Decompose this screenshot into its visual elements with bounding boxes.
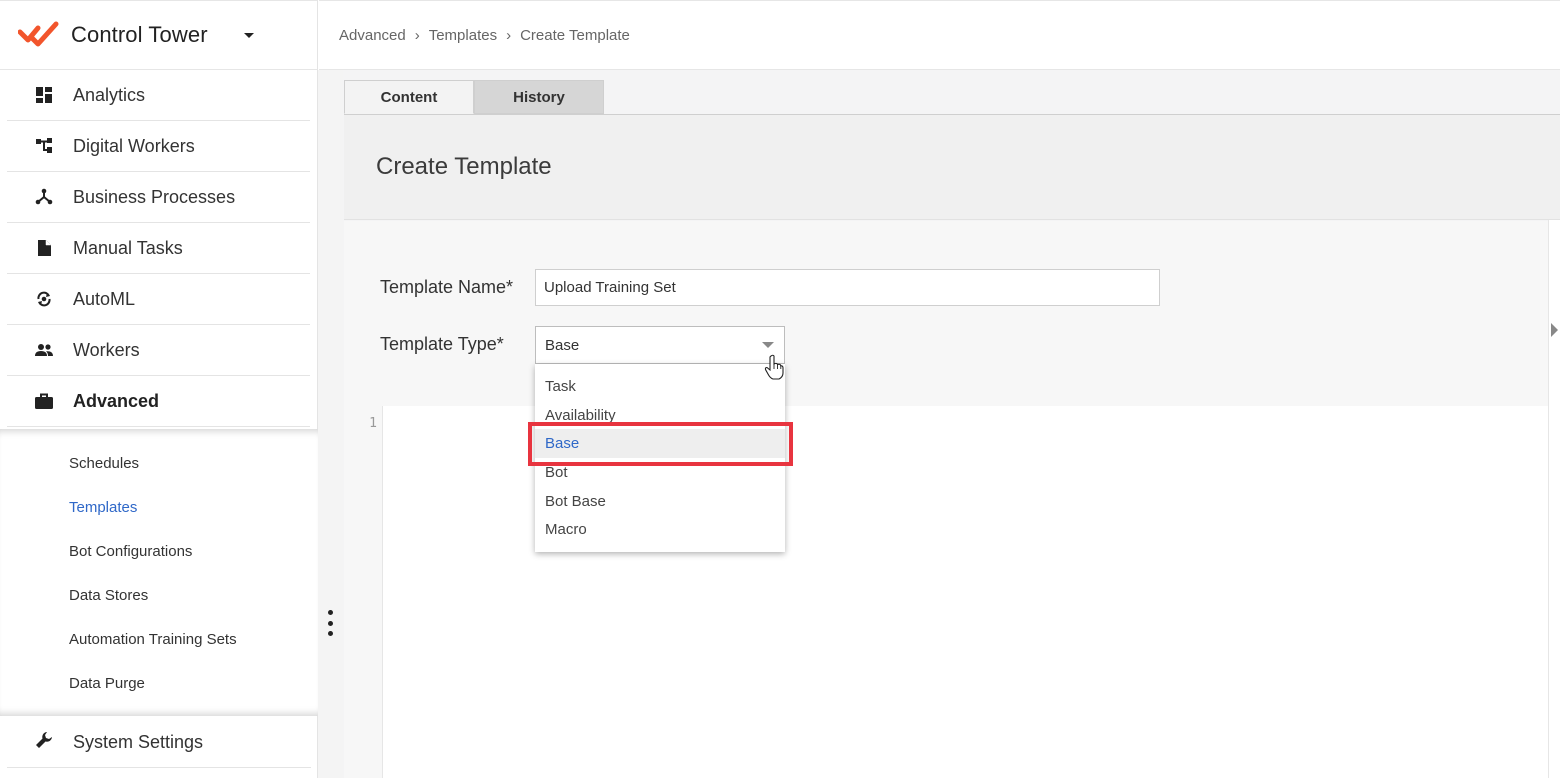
sidebar-item-label: Analytics: [73, 84, 146, 105]
template-type-label: Template Type*: [380, 334, 504, 354]
app-title: Control Tower: [71, 22, 208, 47]
sidebar-item-label: System Settings: [73, 731, 204, 752]
sidebar-item-advanced[interactable]: Advanced: [7, 376, 310, 427]
breadcrumb-create-template: Create Template: [520, 26, 630, 44]
line-number: 1: [369, 416, 377, 431]
people-icon: [34, 340, 54, 360]
subnav-item-data-purge[interactable]: Data Purge: [0, 661, 318, 705]
sidebar-item-label: Advanced: [73, 390, 160, 411]
sidebar-item-analytics[interactable]: Analytics: [7, 70, 310, 121]
chevron-right-icon: ›: [414, 26, 420, 44]
sidebar: Control Tower Analytics Digital Workers …: [0, 0, 318, 778]
code-editor[interactable]: 1: [344, 406, 1548, 778]
template-type-dropdown: Task Availability Base Bot Bot Base Macr…: [535, 364, 785, 552]
sidebar-item-manual-tasks[interactable]: Manual Tasks: [7, 223, 310, 274]
panel-splitter[interactable]: [318, 70, 343, 778]
editor-gutter: 1: [344, 406, 383, 778]
hierarchy-icon: [34, 136, 54, 156]
dropdown-option-bot-base[interactable]: Bot Base: [535, 487, 785, 516]
breadcrumb-templates[interactable]: Templates: [429, 27, 497, 44]
control-tower-logo-icon: [18, 21, 59, 47]
advanced-subnav: Schedules Templates Bot Configurations D…: [0, 429, 318, 716]
automl-icon: [34, 289, 54, 309]
subnav-item-templates[interactable]: Templates: [0, 485, 318, 529]
dropdown-option-task[interactable]: Task: [535, 372, 785, 401]
dropdown-option-bot[interactable]: Bot: [535, 458, 785, 487]
sidebar-item-label: Business Processes: [73, 186, 236, 207]
brand-header[interactable]: Control Tower: [0, 0, 317, 70]
template-type-select[interactable]: Base: [535, 326, 785, 364]
sidebar-item-label: Workers: [73, 339, 140, 360]
process-icon: [34, 187, 54, 207]
more-options-icon[interactable]: [327, 610, 333, 636]
right-panel-toggle[interactable]: [1548, 220, 1560, 778]
sidebar-item-digital-workers[interactable]: Digital Workers: [7, 121, 310, 172]
hand-cursor-icon: [764, 354, 784, 380]
sidebar-item-business-processes[interactable]: Business Processes: [7, 172, 310, 223]
chevron-right-icon: ›: [506, 26, 512, 44]
subnav-item-bot-configurations[interactable]: Bot Configurations: [0, 529, 318, 573]
sidebar-item-label: Digital Workers: [73, 135, 195, 156]
app-switcher-chevron-down-icon[interactable]: [243, 32, 254, 38]
tab-history[interactable]: History: [474, 80, 604, 114]
template-name-label: Template Name*: [380, 277, 514, 297]
page-header: Create Template: [344, 114, 1560, 220]
main-content: Content History Create Template Template…: [343, 70, 1560, 778]
dropdown-option-macro[interactable]: Macro: [535, 515, 785, 544]
subnav-item-data-stores[interactable]: Data Stores: [0, 573, 318, 617]
breadcrumb-advanced[interactable]: Advanced: [339, 27, 406, 44]
document-icon: [34, 238, 54, 258]
template-name-input[interactable]: [535, 269, 1160, 306]
template-form: Template Name* Template Type* Base 1: [344, 221, 1548, 778]
dropdown-option-base[interactable]: Base: [535, 429, 785, 459]
sidebar-item-label: AutoML: [73, 288, 136, 309]
sidebar-item-label: Manual Tasks: [73, 237, 183, 258]
dropdown-option-availability[interactable]: Availability: [535, 401, 785, 430]
subnav-item-automation-training-sets[interactable]: Automation Training Sets: [0, 617, 318, 661]
chevron-down-icon: [762, 342, 774, 348]
dashboard-icon: [34, 85, 54, 105]
page-title: Create Template: [376, 153, 552, 180]
sidebar-nav: Analytics Digital Workers Business Proce…: [0, 70, 317, 427]
caret-right-icon: [1551, 323, 1558, 337]
tab-bar: Content History: [344, 80, 604, 114]
sidebar-item-automl[interactable]: AutoML: [7, 274, 310, 325]
briefcase-icon: [34, 391, 54, 411]
subnav-item-schedules[interactable]: Schedules: [0, 441, 318, 485]
breadcrumb: Advanced › Templates › Create Template: [319, 0, 1560, 70]
sidebar-item-workers[interactable]: Workers: [7, 325, 310, 376]
sidebar-item-system-settings[interactable]: System Settings: [7, 717, 311, 768]
template-type-value: Base: [545, 336, 580, 354]
wrench-icon: [34, 730, 54, 755]
tab-content[interactable]: Content: [344, 80, 474, 114]
